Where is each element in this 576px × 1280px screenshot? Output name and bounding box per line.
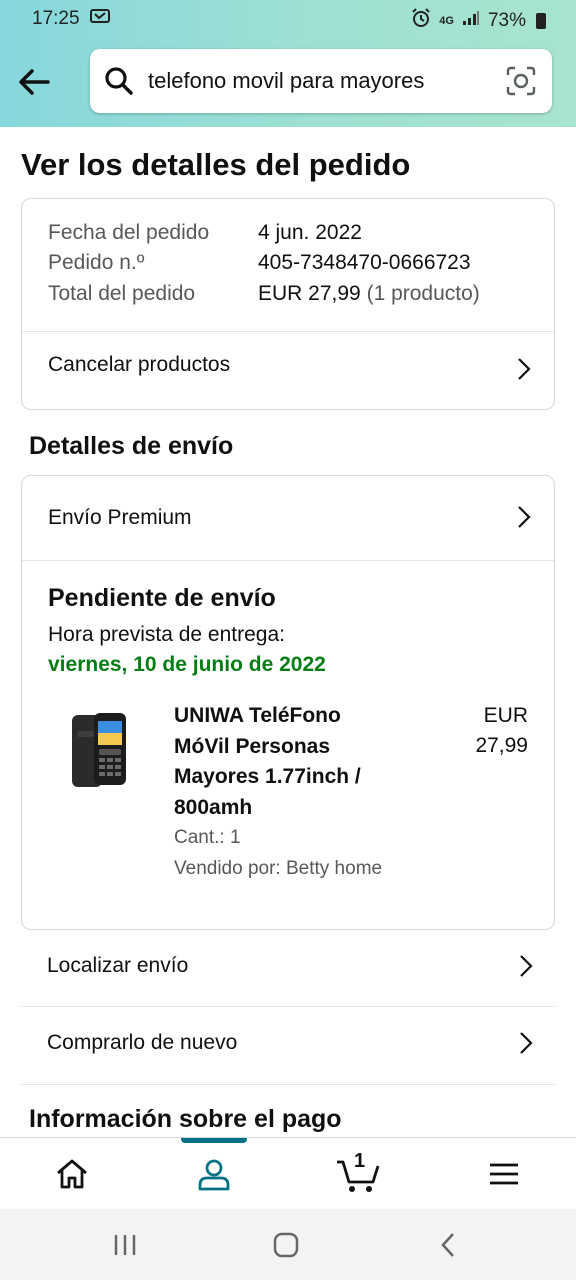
- battery-percent: 73%: [487, 10, 526, 31]
- notification-icon: [90, 8, 110, 29]
- alarm-icon: [411, 8, 431, 34]
- recent-apps-icon: [114, 1234, 136, 1255]
- signal-icon: [462, 10, 480, 32]
- chevron-right-icon: [520, 1032, 533, 1054]
- menu-icon: [490, 1163, 518, 1185]
- status-right: 4G 73%: [411, 8, 546, 34]
- order-total-amount: EUR 27,99: [258, 282, 361, 305]
- order-total-value: EUR 27,99 (1 producto): [258, 282, 480, 306]
- eta-date: viernes, 10 de junio de 2022: [48, 653, 326, 676]
- search-input[interactable]: [148, 61, 493, 101]
- nav-cart[interactable]: 1: [286, 1138, 430, 1210]
- shipping-card: Envío Premium Pendiente de envío Hora pr…: [21, 475, 555, 930]
- home-icon: [57, 1159, 87, 1189]
- divider: [21, 1084, 555, 1085]
- system-nav-bar: [0, 1209, 576, 1280]
- order-total-count: (1 producto): [366, 282, 480, 305]
- back-system-icon: [441, 1232, 454, 1257]
- order-date-value: 4 jun. 2022: [258, 221, 362, 244]
- nav-account[interactable]: [142, 1138, 286, 1210]
- product-quantity: Cant.: 1: [174, 827, 241, 848]
- home-system-icon: [273, 1232, 299, 1257]
- order-summary-card: Fecha del pedido 4 jun. 2022 Pedido n.º …: [21, 198, 555, 410]
- recent-apps-button[interactable]: [75, 1209, 175, 1280]
- shipping-method-row[interactable]: Envío Premium: [22, 476, 554, 560]
- order-number-label: Pedido n.º: [48, 251, 145, 274]
- camera-search-icon[interactable]: [506, 66, 536, 101]
- cart-count: 1: [354, 1150, 366, 1172]
- home-system-button[interactable]: [236, 1209, 336, 1280]
- product-title[interactable]: UNIWA TeléFono MóVil Personas Mayores 1.…: [174, 701, 394, 823]
- shipping-method-label: Envío Premium: [48, 506, 192, 529]
- back-button[interactable]: [14, 62, 54, 102]
- divider: [22, 560, 554, 561]
- bottom-nav: 1: [0, 1137, 576, 1209]
- back-system-button[interactable]: [398, 1209, 498, 1280]
- status-time: 17:25: [32, 8, 80, 29]
- chevron-right-icon: [518, 506, 531, 528]
- shipping-section-title: Detalles de envío: [29, 432, 234, 460]
- back-arrow-icon: [19, 69, 50, 95]
- page-title: Ver los detalles del pedido: [21, 147, 411, 182]
- product-price-currency: EUR: [483, 704, 528, 727]
- battery-icon: [536, 13, 546, 29]
- search-icon[interactable]: [104, 66, 134, 101]
- status-bar: 17:25 4G 73%: [0, 0, 576, 38]
- track-shipment-label: Localizar envío: [47, 954, 189, 977]
- chevron-right-icon: [520, 955, 533, 977]
- buy-again-label: Comprarlo de nuevo: [47, 1031, 238, 1054]
- eta-label: Hora prevista de entrega:: [48, 623, 285, 646]
- payment-section-title: Información sobre el pago: [29, 1105, 342, 1133]
- cart-icon: 1: [335, 1150, 381, 1194]
- network-label: 4G: [439, 14, 454, 27]
- buy-again-row[interactable]: Comprarlo de nuevo: [21, 1007, 555, 1084]
- order-total-label: Total del pedido: [48, 282, 196, 305]
- product-seller[interactable]: Vendido por: Betty home: [174, 858, 382, 880]
- order-number-value: 405-7348470-0666723: [258, 251, 471, 274]
- search-bar[interactable]: [90, 49, 552, 113]
- chevron-right-icon: [518, 358, 531, 380]
- top-header: 17:25 4G 73%: [0, 0, 576, 127]
- product-price: EUR 27,99: [475, 701, 528, 761]
- cancel-products-label: Cancelar productos: [48, 353, 231, 376]
- cancel-products-row[interactable]: Cancelar productos: [22, 332, 554, 409]
- nav-menu[interactable]: [432, 1138, 576, 1210]
- order-date-label: Fecha del pedido: [48, 221, 210, 244]
- nav-home[interactable]: [0, 1138, 144, 1210]
- product-image[interactable]: [68, 711, 134, 791]
- shipment-status: Pendiente de envío: [48, 584, 276, 612]
- product-price-amount: 27,99: [475, 734, 528, 757]
- track-shipment-row[interactable]: Localizar envío: [21, 930, 555, 1007]
- account-icon: [198, 1159, 230, 1191]
